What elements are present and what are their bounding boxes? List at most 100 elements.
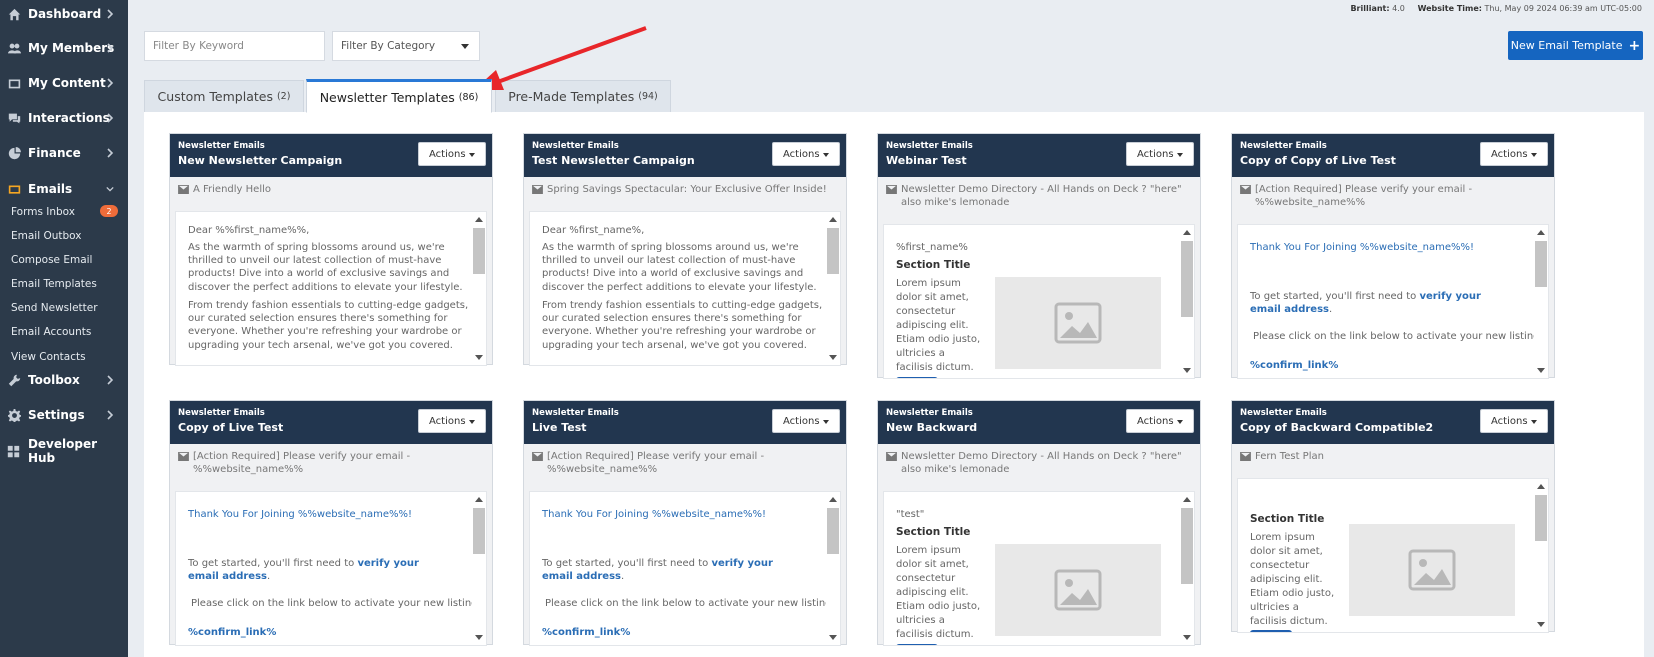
email-preview[interactable]: %first_name% Section Title Lorem ipsum d… <box>883 224 1195 379</box>
scroll-thumb[interactable] <box>827 508 839 554</box>
card-subject: [Action Required] Please verify your ema… <box>170 444 492 487</box>
tab-newsletter-templates[interactable]: Newsletter Templates (86) <box>306 79 492 113</box>
wrench-icon <box>6 373 22 387</box>
template-card: Newsletter Emails Live Test Actions [Act… <box>523 400 847 646</box>
sidebar-item-developer-hub[interactable]: Developer Hub <box>0 437 128 465</box>
template-card: Newsletter Emails Webinar Test Actions N… <box>877 133 1201 379</box>
sidebar-item-dashboard[interactable]: Dashboard <box>0 0 128 28</box>
preview-paragraph: As the warmth of spring blossoms around … <box>542 242 817 293</box>
scroll-thumb[interactable] <box>473 228 485 274</box>
preview-scrollbar[interactable] <box>472 212 486 365</box>
tab-count: (86) <box>458 91 479 103</box>
scroll-up-icon <box>1183 497 1191 502</box>
sidebar-subitem-send-newsletter[interactable]: Send Newsletter <box>11 298 123 318</box>
actions-dropdown[interactable]: Actions <box>418 142 486 166</box>
caret-down-icon <box>461 44 469 49</box>
email-preview[interactable]: Section Title Lorem ipsum dolor sit amet… <box>1237 478 1549 633</box>
actions-dropdown[interactable]: Actions <box>1126 409 1194 433</box>
card-header: Newsletter Emails Copy of Backward Compa… <box>1232 401 1554 444</box>
sidebar-item-label: Toolbox <box>28 373 80 387</box>
preview-greeting: Dear %%first_name%%, <box>188 225 310 236</box>
preview-scrollbar[interactable] <box>1534 225 1548 378</box>
sidebar-subitem-compose-email[interactable]: Compose Email <box>11 250 123 270</box>
email-preview[interactable]: Thank You For Joining %%website_name%%! … <box>175 491 487 646</box>
image-placeholder-icon <box>1349 524 1515 616</box>
preview-scrollbar[interactable] <box>1534 479 1548 632</box>
card-category: Newsletter Emails <box>178 141 265 151</box>
caret-down-icon <box>469 420 475 424</box>
sidebar-item-finance[interactable]: Finance <box>0 139 128 167</box>
email-preview[interactable]: Dear %%first_name%%, As the warmth of sp… <box>175 211 487 366</box>
sidebar-subitem-view-contacts[interactable]: View Contacts <box>11 347 123 367</box>
scroll-thumb[interactable] <box>1535 495 1547 541</box>
sidebar-item-emails[interactable]: Emails <box>0 175 128 203</box>
envelope-icon <box>532 452 543 461</box>
sidebar-item-settings[interactable]: Settings <box>0 401 128 429</box>
email-preview[interactable]: Thank You For Joining %%website_name%%! … <box>1237 224 1549 379</box>
new-email-template-button[interactable]: New Email Template + <box>1508 31 1643 60</box>
chevron-right-icon <box>106 374 114 388</box>
card-subject-text: Newsletter Demo Directory - All Hands on… <box>901 451 1182 475</box>
scroll-thumb[interactable] <box>1535 241 1547 287</box>
tab-custom-templates[interactable]: Custom Templates (2) <box>144 80 304 113</box>
preview-scrollbar[interactable] <box>1180 492 1194 645</box>
scroll-thumb[interactable] <box>1181 241 1193 317</box>
sidebar-subitem-email-templates[interactable]: Email Templates <box>11 274 123 294</box>
card-title: New Backward <box>886 421 978 434</box>
tab-count: (2) <box>276 91 291 102</box>
sidebar-subitem-email-accounts[interactable]: Email Accounts <box>11 322 123 342</box>
content-icon <box>6 76 22 90</box>
confirm-link[interactable]: %confirm_link% <box>1250 359 1338 372</box>
home-icon <box>6 7 22 21</box>
actions-label: Actions <box>429 148 466 160</box>
actions-dropdown[interactable]: Actions <box>772 409 840 433</box>
actions-dropdown[interactable]: Actions <box>418 409 486 433</box>
card-category: Newsletter Emails <box>532 141 619 151</box>
confirm-link[interactable]: %confirm_link% <box>542 626 630 639</box>
preview-body: Lorem ipsum dolor sit amet, consectetur … <box>896 278 981 373</box>
actions-label: Actions <box>429 415 466 427</box>
actions-dropdown[interactable]: Actions <box>1480 142 1548 166</box>
sidebar-item-label: Interactions <box>28 111 110 125</box>
preview-started: To get started, you'll first need to ver… <box>188 558 419 583</box>
preview-scrollbar[interactable] <box>472 492 486 645</box>
scroll-up-icon <box>1537 484 1545 489</box>
sidebar-item-my-members[interactable]: My Members <box>0 34 128 62</box>
card-subject: [Action Required] Please verify your ema… <box>524 444 846 487</box>
actions-dropdown[interactable]: Actions <box>772 142 840 166</box>
caret-down-icon <box>469 153 475 157</box>
actions-label: Actions <box>1491 415 1528 427</box>
sidebar-subitem-email-outbox[interactable]: Email Outbox <box>11 226 123 246</box>
preview-greeting: Dear %first_name%, <box>542 225 645 236</box>
envelope-icon <box>178 452 189 461</box>
scroll-down-icon <box>1537 622 1545 627</box>
preview-thanks: Thank You For Joining %%website_name%%! <box>1250 242 1475 253</box>
preview-scrollbar[interactable] <box>826 492 840 645</box>
email-preview[interactable]: "test" Section Title Lorem ipsum dolor s… <box>883 491 1195 646</box>
scroll-thumb[interactable] <box>1181 508 1193 584</box>
tab-pre-made-templates[interactable]: Pre-Made Templates (94) <box>495 80 671 113</box>
preview-scrollbar[interactable] <box>826 212 840 365</box>
actions-dropdown[interactable]: Actions <box>1480 409 1548 433</box>
sidebar-item-toolbox[interactable]: Toolbox <box>0 366 128 394</box>
confirm-link[interactable]: %confirm_link% <box>188 626 276 639</box>
preview-scrollbar[interactable] <box>1180 225 1194 378</box>
version-value: 4.0 <box>1392 4 1405 13</box>
keyword-filter-input[interactable]: Filter By Keyword <box>144 31 325 61</box>
caret-down-icon <box>1177 153 1183 157</box>
chevron-right-icon <box>106 8 114 22</box>
sidebar-item-my-content[interactable]: My Content <box>0 69 128 97</box>
preview-top-text: "test" <box>896 509 925 520</box>
sidebar-item-interactions[interactable]: Interactions <box>0 104 128 132</box>
image-placeholder-icon <box>995 277 1161 369</box>
actions-dropdown[interactable]: Actions <box>1126 142 1194 166</box>
email-preview[interactable]: Dear %first_name%, As the warmth of spri… <box>529 211 841 366</box>
scroll-thumb[interactable] <box>827 228 839 274</box>
scroll-thumb[interactable] <box>473 508 485 554</box>
preview-top-text: %first_name% <box>896 242 968 253</box>
category-filter-select[interactable]: Filter By Category <box>332 31 480 61</box>
email-preview[interactable]: Thank You For Joining %%website_name%%! … <box>529 491 841 646</box>
chevron-right-icon <box>106 112 114 126</box>
card-subject: [Action Required] Please verify your ema… <box>1232 177 1554 220</box>
envelope-icon <box>178 185 189 194</box>
